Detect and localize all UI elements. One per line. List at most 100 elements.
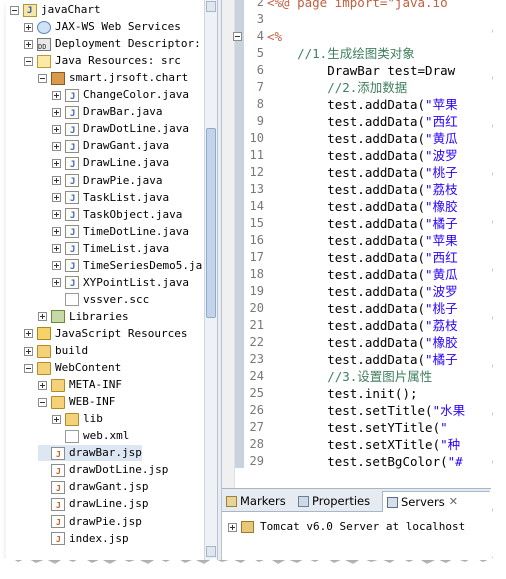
fold-toggle-icon[interactable] xyxy=(233,32,242,41)
tree-item[interactable]: XYPointList.java xyxy=(52,275,189,292)
line-number: 18 xyxy=(249,267,264,281)
tree-item[interactable]: drawDotLine.jsp xyxy=(38,462,168,480)
explorer-scrollbar[interactable] xyxy=(204,0,218,560)
expand-icon[interactable] xyxy=(52,90,61,100)
tree-item[interactable]: drawLine.jsp xyxy=(38,496,148,514)
tree-item-label: drawGant.jsp xyxy=(69,480,149,494)
tree-item[interactable]: TimeDotLine.java xyxy=(52,224,189,241)
scroll-up-arrow[interactable] xyxy=(206,1,216,12)
tab-markers[interactable]: Markers xyxy=(222,492,286,510)
tree-item[interactable]: lib xyxy=(52,411,103,427)
collapse-icon[interactable] xyxy=(24,363,33,373)
tree-item[interactable]: DrawDotLine.java xyxy=(52,121,189,139)
code-line[interactable]: test.addData("黄瓜 xyxy=(267,266,457,283)
tab-servers[interactable]: Servers ✕ xyxy=(382,491,492,512)
expand-icon[interactable] xyxy=(52,158,61,168)
code-line[interactable]: test.setXTitle("种 xyxy=(267,436,460,453)
code-line[interactable]: test.addData("橘子 xyxy=(267,351,457,368)
code-line[interactable]: test.addData("桃子 xyxy=(267,164,457,181)
tree-item[interactable]: drawPie.jsp xyxy=(38,514,142,531)
collapse-icon[interactable] xyxy=(10,5,19,15)
expand-icon[interactable] xyxy=(52,193,61,203)
expand-icon[interactable] xyxy=(52,141,61,151)
code-line[interactable]: test.addData("苹果 xyxy=(267,232,457,249)
scrollbar-thumb[interactable] xyxy=(206,128,216,318)
code-line[interactable]: //1.生成绘图类对象 xyxy=(267,45,415,62)
tree-item[interactable]: index.jsp xyxy=(38,531,129,548)
expand-icon[interactable] xyxy=(52,124,61,134)
expand-icon[interactable] xyxy=(52,176,61,185)
close-icon[interactable]: ✕ xyxy=(449,493,458,511)
expand-icon[interactable] xyxy=(52,244,61,254)
expand-icon[interactable] xyxy=(24,346,33,356)
expand-icon[interactable] xyxy=(24,22,33,32)
editor-hscroll[interactable] xyxy=(235,468,492,488)
tree-item[interactable]: vssver.scc xyxy=(52,292,149,308)
code-line[interactable]: test.addData("波罗 xyxy=(267,283,457,300)
code-line[interactable]: DrawBar test=Draw xyxy=(267,62,455,79)
expand-icon[interactable] xyxy=(52,414,61,424)
tree-item[interactable]: javaChart xyxy=(10,2,101,19)
tree-item[interactable]: drawBar.jsp xyxy=(38,445,142,463)
tree-item[interactable]: TimeList.java xyxy=(52,241,169,258)
code-line[interactable]: test.addData("橡胶 xyxy=(267,198,457,215)
tree-item[interactable]: build xyxy=(24,343,88,359)
tree-item[interactable]: DrawGant.java xyxy=(52,138,169,156)
expand-icon[interactable] xyxy=(38,380,47,390)
code-line[interactable]: //3.设置图片属性 xyxy=(267,368,432,385)
code-line[interactable]: test.setTitle("水果 xyxy=(267,402,465,419)
code-line[interactable]: test.addData("苹果 xyxy=(267,96,457,113)
tab-properties[interactable]: Properties xyxy=(294,492,370,510)
expand-icon[interactable] xyxy=(52,210,61,220)
code-line[interactable]: test.init(); xyxy=(267,385,417,402)
expand-icon[interactable] xyxy=(52,227,61,237)
code-line[interactable]: test.addData("橘子 xyxy=(267,215,457,232)
code-line[interactable]: <% xyxy=(267,28,282,45)
tree-item[interactable]: Libraries xyxy=(38,309,129,325)
collapse-icon[interactable] xyxy=(38,397,47,407)
expand-toggle-icon[interactable] xyxy=(228,522,237,532)
tree-item[interactable]: TaskList.java xyxy=(52,190,169,207)
expand-icon[interactable] xyxy=(24,39,33,49)
expand-icon[interactable] xyxy=(52,261,61,271)
code-line[interactable]: test.addData("西红 xyxy=(267,249,457,266)
tree-item[interactable]: Java Resources: src xyxy=(24,53,181,69)
tree-item[interactable]: TimeSeriesDemo5.ja xyxy=(52,258,202,275)
collapse-icon[interactable] xyxy=(38,73,47,83)
tree-item[interactable]: JAX-WS Web Services xyxy=(24,19,181,35)
expand-icon[interactable] xyxy=(38,312,47,322)
code-line[interactable]: test.addData("波罗 xyxy=(267,147,457,164)
tree-item-label: web.xml xyxy=(83,429,130,443)
tree-item[interactable]: DrawLine.java xyxy=(52,155,169,173)
code-line[interactable]: test.addData("荔枝 xyxy=(267,317,457,334)
code-line[interactable]: test.addData("荔枝 xyxy=(267,181,457,198)
java-file-icon xyxy=(65,156,79,173)
tree-item[interactable]: web.xml xyxy=(52,428,129,444)
code-line[interactable]: test.addData("黄瓜 xyxy=(267,130,457,147)
code-editor[interactable]: 2 3 4 5 6 7 8 9 10 11 12 13 14 15 16 17 18 19 20 21 22 23 24 25… xyxy=(222,0,492,488)
tree-item[interactable]: META-INF xyxy=(38,377,122,393)
collapse-icon[interactable] xyxy=(24,56,33,66)
code-line[interactable]: //2.添加数据 xyxy=(267,79,407,96)
code-line[interactable]: test.addData("西红 xyxy=(267,113,457,130)
tree-item[interactable]: DrawPie.java xyxy=(52,173,162,190)
tree-item-label: TaskObject.java xyxy=(83,207,183,221)
code-line[interactable]: <%@ page import="java.io xyxy=(267,0,448,11)
code-line[interactable]: test.setBgColor("# xyxy=(267,453,462,470)
code-line[interactable]: test.addData("桃子 xyxy=(267,300,457,317)
tree-item[interactable]: ChangeColor.java xyxy=(52,87,189,105)
tree-item[interactable]: JavaScript Resources xyxy=(24,326,187,342)
tree-item[interactable]: smart.jrsoft.chart xyxy=(38,70,188,86)
expand-icon[interactable] xyxy=(24,329,33,339)
tree-item[interactable]: WEB-INF xyxy=(38,394,115,410)
expand-icon[interactable] xyxy=(52,107,61,117)
expand-icon[interactable] xyxy=(52,278,61,288)
tree-item[interactable]: DrawBar.java xyxy=(52,104,162,122)
tree-item[interactable]: drawGant.jsp xyxy=(38,479,149,497)
tree-item[interactable]: Deployment Descriptor: j xyxy=(24,36,214,55)
code-line[interactable]: test.addData("橡胶 xyxy=(267,334,457,351)
tree-item[interactable]: TaskObject.java xyxy=(52,207,183,224)
tree-item[interactable]: WebContent xyxy=(24,360,121,376)
code-line[interactable]: test.setYTitle(" xyxy=(267,419,447,436)
server-row[interactable]: Tomcat v6.0 Server at localhost xyxy=(228,519,465,535)
